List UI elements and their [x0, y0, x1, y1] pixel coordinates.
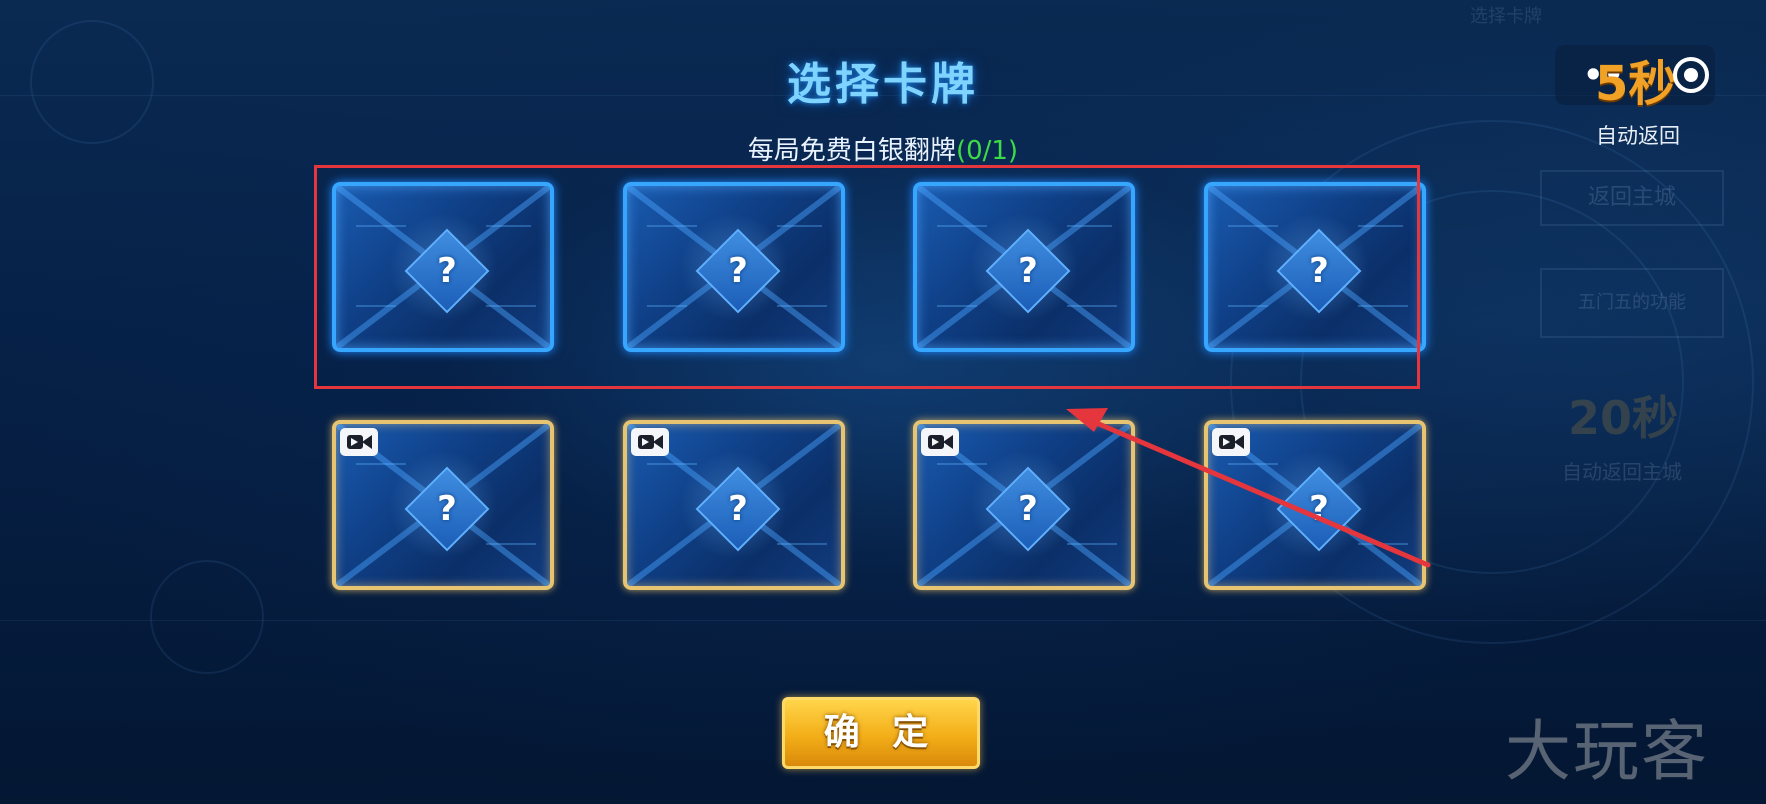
- watermark: 大玩客: [1505, 713, 1709, 790]
- game-screen: 选择卡牌 返回主城 五门五的功能 20秒 自动返回主城 选择卡牌 每局免费白银翻…: [0, 0, 1766, 804]
- annotation-arrow: [1066, 408, 1431, 568]
- confirm-button[interactable]: 确 定: [782, 697, 980, 769]
